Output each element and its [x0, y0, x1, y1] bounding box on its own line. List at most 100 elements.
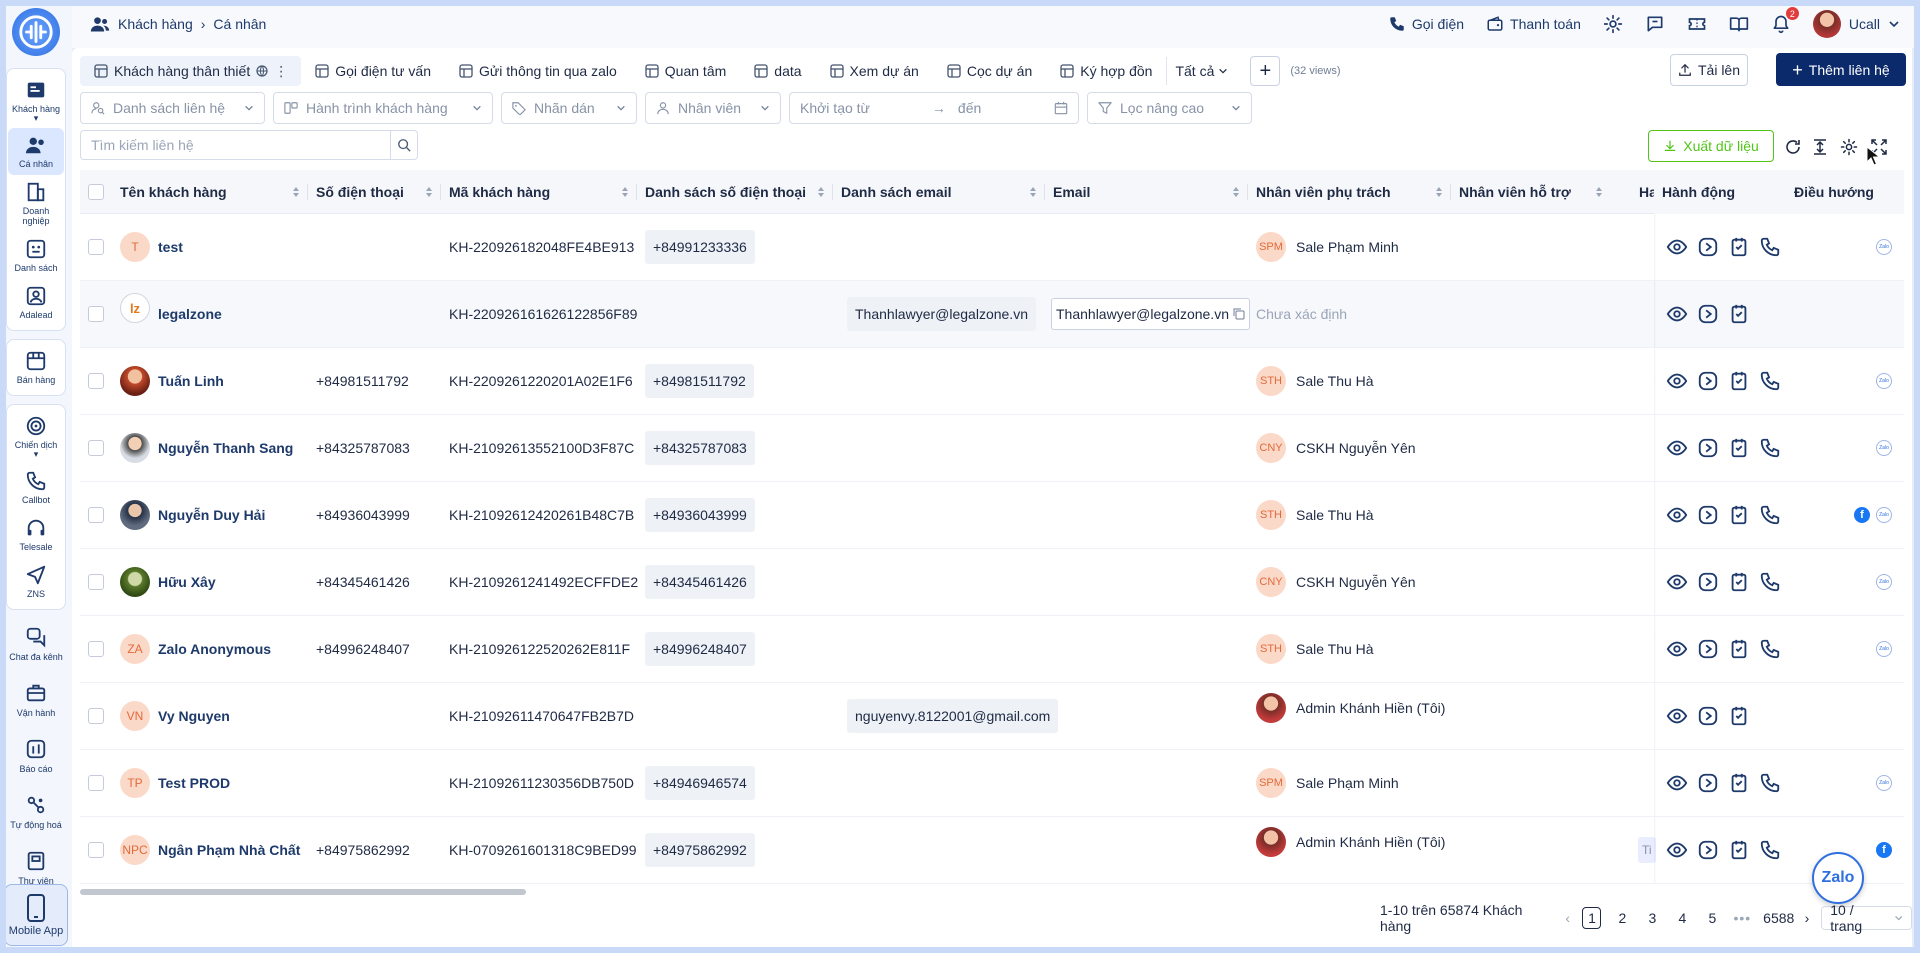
horizontal-scrollbar[interactable] — [80, 888, 1904, 896]
row-checkbox[interactable] — [88, 373, 104, 389]
row-checkbox[interactable] — [88, 440, 104, 456]
sidebar-item-target[interactable]: Chiến dịch ▾ — [8, 409, 64, 464]
date-to-input[interactable]: đến — [958, 100, 981, 116]
col-header-email-list[interactable]: Danh sách email — [833, 170, 1045, 214]
email-tag[interactable]: Thanhlawyer@legalzone.vn — [847, 297, 1036, 331]
view-eye-icon[interactable] — [1666, 705, 1688, 727]
row-checkbox[interactable] — [88, 306, 104, 322]
created-date-range[interactable]: Khởi tạo từ → đến — [789, 92, 1079, 124]
table-row[interactable]: Nguyễn Duy Hải +84936043999 KH-21092612420… — [80, 482, 1904, 549]
settings-gear-button[interactable] — [1603, 14, 1623, 34]
table-row[interactable]: Hữu Xây +84345461426 KH-2109261241492ECFFD… — [80, 549, 1904, 616]
journey-play-icon[interactable] — [1697, 370, 1719, 392]
zalo-icon[interactable]: Zalo — [1876, 574, 1892, 590]
phone-tag[interactable]: +84991233336 — [645, 230, 755, 264]
phone-tag[interactable]: +84325787083 — [645, 431, 755, 465]
sidebar-item-briefcase[interactable]: Vận hành — [6, 674, 66, 726]
journey-play-icon[interactable] — [1697, 504, 1719, 526]
view-eye-icon[interactable] — [1666, 772, 1688, 794]
customer-name-link[interactable]: Zalo Anonymous — [158, 641, 271, 657]
journey-play-icon[interactable] — [1697, 638, 1719, 660]
contact-list-filter[interactable]: Danh sách liên hệ — [80, 92, 265, 124]
col-header-name[interactable]: Tên khách hàng — [112, 170, 308, 214]
view-eye-icon[interactable] — [1666, 839, 1688, 861]
task-calendar-icon[interactable] — [1728, 638, 1750, 660]
view-tab[interactable]: Quan tâm — [631, 56, 740, 86]
zalo-chat-button[interactable]: Zalo — [1812, 852, 1864, 904]
journey-play-icon[interactable] — [1697, 705, 1719, 727]
task-calendar-icon[interactable] — [1728, 504, 1750, 526]
journey-play-icon[interactable] — [1697, 236, 1719, 258]
column-settings-gear-icon[interactable] — [1840, 138, 1858, 156]
zalo-icon[interactable]: Zalo — [1876, 775, 1892, 791]
page-1[interactable]: 1 — [1582, 907, 1602, 929]
sidebar-item-chat[interactable]: Chat đa kênh — [6, 618, 66, 670]
view-tab[interactable]: Gọi điện tư vấn — [301, 56, 445, 86]
zalo-icon[interactable]: Zalo — [1876, 641, 1892, 657]
call-phone-icon[interactable] — [1759, 370, 1781, 392]
view-tab[interactable]: Gửi thông tin qua zalo — [445, 56, 631, 86]
col-header-phone[interactable]: Số điện thoại — [308, 170, 441, 214]
row-checkbox[interactable] — [88, 775, 104, 791]
row-checkbox[interactable] — [88, 842, 104, 858]
sidebar-item-send[interactable]: ZNS — [8, 558, 64, 605]
table-row[interactable]: Ttest KH-220926182048FE4BE913 +84991233336… — [80, 214, 1904, 281]
sidebar-item-phone[interactable]: Callbot — [8, 464, 64, 511]
messages-button[interactable] — [1645, 14, 1665, 34]
view-tab[interactable]: Xem dự án — [816, 56, 933, 86]
refresh-icon[interactable] — [1784, 138, 1802, 156]
row-checkbox[interactable] — [88, 507, 104, 523]
row-checkbox[interactable] — [88, 641, 104, 657]
row-checkbox[interactable] — [88, 708, 104, 724]
call-phone-icon[interactable] — [1759, 839, 1781, 861]
tab-more-icon[interactable]: ⋮ — [274, 63, 288, 80]
customer-name-link[interactable]: Vy Nguyen — [158, 708, 230, 724]
table-row[interactable]: NPC Ngân Phạm Nhà Chất +84975862992 KH-0709… — [80, 817, 1904, 884]
table-row[interactable]: lz legalzone KH-220926161626122856F89 Thanh… — [80, 281, 1904, 348]
next-page-button[interactable]: › — [1805, 910, 1810, 926]
sidebar-item-automation[interactable]: Tự động hoá — [6, 786, 66, 838]
sidebar-item-store[interactable]: Bán hàng — [8, 344, 64, 391]
payment-button[interactable]: Thanh toán — [1486, 15, 1581, 33]
task-calendar-icon[interactable] — [1728, 437, 1750, 459]
col-header-owner[interactable]: Nhân viên phụ trách — [1248, 170, 1451, 214]
call-phone-icon[interactable] — [1759, 638, 1781, 660]
sidebar-item-people[interactable]: Cá nhân — [8, 128, 64, 175]
phone-tag[interactable]: +84345461426 — [645, 565, 755, 599]
select-all-checkbox[interactable] — [88, 184, 104, 200]
add-contact-button[interactable]: + Thêm liên hệ — [1776, 53, 1906, 86]
call-button[interactable]: Gọi điện — [1388, 15, 1464, 33]
journey-play-icon[interactable] — [1697, 303, 1719, 325]
view-tab[interactable]: Cọc dự án — [933, 56, 1046, 86]
view-tab[interactable]: Ký hợp đồn — [1046, 56, 1166, 86]
sidebar-item-report[interactable]: Báo cáo — [6, 730, 66, 782]
page-2[interactable]: 2 — [1613, 910, 1631, 926]
staff-filter[interactable]: Nhân viên — [645, 92, 781, 124]
customer-journey-filter[interactable]: Hành trình khách hàng — [273, 92, 493, 124]
task-calendar-icon[interactable] — [1728, 571, 1750, 593]
table-row[interactable]: Tuấn Linh +84981511792 KH-2209261220201A02… — [80, 348, 1904, 415]
row-height-icon[interactable] — [1811, 138, 1829, 156]
task-calendar-icon[interactable] — [1728, 839, 1750, 861]
scrollbar-thumb[interactable] — [80, 889, 526, 895]
search-button[interactable] — [390, 130, 418, 160]
sidebar-item-headset[interactable]: Telesale — [8, 511, 64, 558]
zalo-icon[interactable]: Zalo — [1876, 373, 1892, 389]
table-row[interactable]: VN Vy Nguyen KH-21092611470647FB2B7D nguyen… — [80, 683, 1904, 750]
customer-name-link[interactable]: Test PROD — [158, 775, 230, 791]
view-eye-icon[interactable] — [1666, 437, 1688, 459]
customer-name-link[interactable]: Tuấn Linh — [158, 373, 224, 389]
task-calendar-icon[interactable] — [1728, 370, 1750, 392]
email-tag[interactable]: nguyenvy.8122001@gmail.com — [847, 699, 1059, 733]
date-from-input[interactable]: Khởi tạo từ — [800, 100, 870, 116]
journey-play-icon[interactable] — [1697, 437, 1719, 459]
phone-tag[interactable]: +84981511792 — [645, 364, 754, 398]
copy-icon[interactable] — [1233, 308, 1245, 320]
view-eye-icon[interactable] — [1666, 571, 1688, 593]
call-phone-icon[interactable] — [1759, 571, 1781, 593]
view-eye-icon[interactable] — [1666, 303, 1688, 325]
page-5[interactable]: 5 — [1703, 910, 1721, 926]
page-size-select[interactable]: 10 / trang — [1821, 902, 1913, 934]
prev-page-button[interactable]: ‹ — [1565, 910, 1570, 926]
labels-filter[interactable]: Nhãn dán — [501, 92, 637, 124]
